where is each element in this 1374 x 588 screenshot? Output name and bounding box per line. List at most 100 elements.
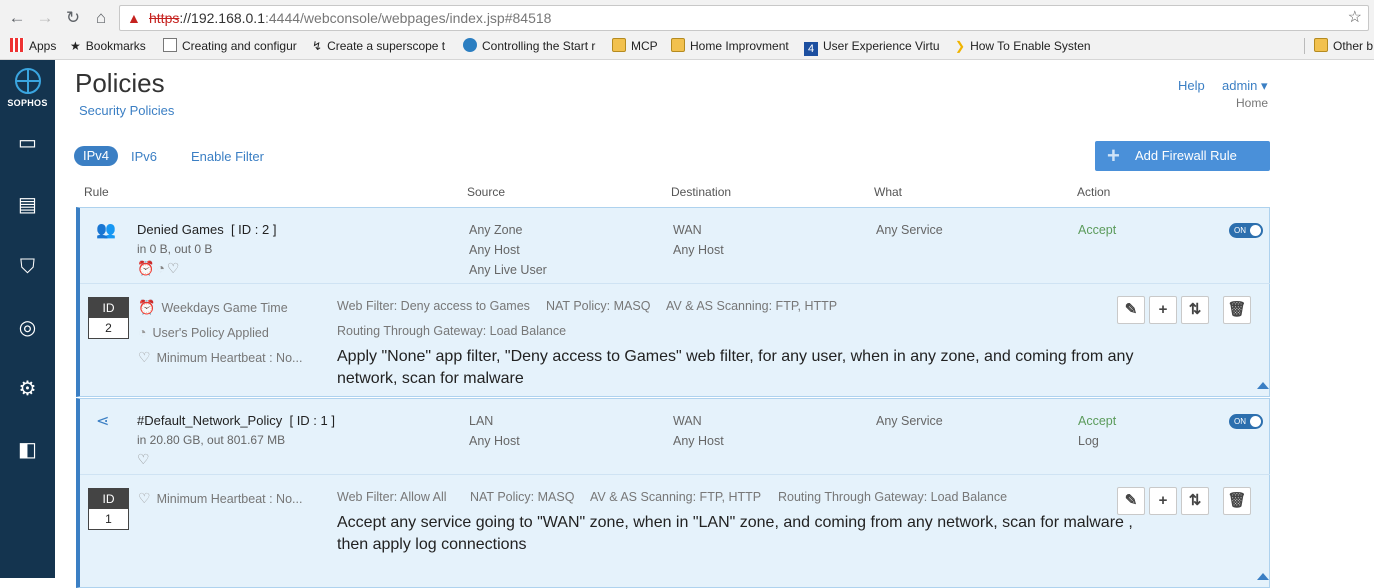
address-bar[interactable]: ▲ https://192.168.0.1:4444/webconsole/we… — [119, 5, 1369, 31]
bookmark-star-icon[interactable]: ☆ — [1348, 6, 1362, 30]
rule-destination: WAN Any Host — [673, 223, 724, 257]
home-icon[interactable]: ⌂ — [90, 7, 112, 29]
enable-filter-link[interactable]: Enable Filter — [191, 149, 264, 164]
bookmark-folder[interactable]: MCP — [612, 36, 658, 56]
rule-name[interactable]: Denied Games [ ID : 2 ] — [137, 222, 276, 237]
rule-name[interactable]: #Default_Network_Policy [ ID : 1 ] — [137, 413, 335, 428]
forward-icon[interactable]: → — [34, 7, 56, 29]
bookmark-item[interactable]: ↯ Create a superscope t — [312, 36, 450, 56]
collapse-caret-icon[interactable] — [1257, 573, 1269, 580]
wordpress-icon — [463, 38, 477, 52]
rule-nat-policy: NAT Policy: MASQ — [470, 490, 575, 504]
bookmark-item[interactable]: Creating and configur — [163, 36, 298, 56]
user-menu[interactable]: admin ▾ — [1222, 78, 1268, 94]
bookmark-folder[interactable]: Home Improvment — [671, 36, 789, 56]
rule-routing: Routing Through Gateway: Load Balance — [778, 490, 1008, 504]
edit-icon[interactable]: ✎ — [1117, 487, 1145, 515]
page-icon — [163, 38, 177, 52]
browser-chrome: ← → ↻ ⌂ ▲ https://192.168.0.1:4444/webco… — [0, 0, 1374, 60]
protect-icon[interactable]: ◎ — [0, 313, 55, 343]
rule-traffic: in 0 B, out 0 B — [137, 242, 213, 256]
rule-badges: ⏰◔♡ — [137, 260, 181, 277]
back-icon[interactable]: ← — [6, 7, 28, 29]
rule-web-filter: Web Filter: Deny access to Games — [337, 299, 530, 313]
box-icon[interactable]: ◧ — [0, 435, 55, 465]
tab-ipv4[interactable]: IPv4 — [74, 146, 118, 166]
bookmark-other-folder[interactable]: Other b — [1314, 36, 1374, 56]
rule-source: LAN Any Host — [469, 414, 520, 448]
clock-icon: ⏰ — [138, 299, 156, 315]
column-header-what: What — [874, 185, 903, 199]
page-title: Policies — [75, 68, 165, 98]
breadcrumb[interactable]: Security Policies — [79, 103, 174, 118]
tab-ipv6[interactable]: IPv6 — [131, 149, 157, 164]
rule-what: Any Service — [876, 414, 943, 428]
heart-icon: ♡ — [137, 451, 152, 467]
bookmark-bookmarks[interactable]: ★ Bookmarks — [70, 36, 146, 56]
heart-icon: ♡ — [138, 349, 151, 365]
gear-icon[interactable]: ⚙ — [0, 374, 55, 404]
rule-card[interactable]: 👥 Denied Games [ ID : 2 ] in 0 B, out 0 … — [76, 207, 1270, 397]
rule-card[interactable]: ⋖ #Default_Network_Policy [ ID : 1 ] in … — [76, 398, 1270, 588]
monitor-icon[interactable]: ▭ — [0, 128, 55, 158]
reload-icon[interactable]: ↻ — [62, 7, 84, 29]
arrow-icon: ❯ — [955, 39, 966, 53]
column-header-rule: Rule — [84, 185, 109, 199]
rule-id-box: ID 1 — [88, 488, 129, 530]
rule-summary: Accept any service going to "WAN" zone, … — [337, 514, 1133, 553]
delete-icon[interactable]: 🗑 — [1223, 487, 1251, 515]
move-icon[interactable]: ⇅ — [1181, 296, 1209, 324]
shield-icon[interactable]: ⛉ — [0, 252, 55, 282]
move-icon[interactable]: ⇅ — [1181, 487, 1209, 515]
security-warning-icon[interactable]: ▲ — [127, 6, 141, 30]
rule-schedule: ⏰ Weekdays Game Time — [138, 299, 288, 315]
collapse-caret-icon[interactable] — [1257, 382, 1269, 389]
bookmark-item[interactable]: ❯ How To Enable Systen — [955, 36, 1091, 56]
column-header-source: Source — [467, 185, 506, 199]
bookmark-apps[interactable]: Apps — [10, 36, 56, 56]
rule-action-log: Log — [1078, 434, 1099, 448]
url-text[interactable]: https://192.168.0.1:4444/webconsole/webp… — [149, 6, 551, 30]
rule-web-filter: Web Filter: Allow All — [337, 490, 447, 504]
plus-icon: + — [1107, 143, 1120, 168]
help-link[interactable]: Help — [1178, 78, 1205, 93]
delete-icon[interactable]: 🗑 — [1223, 296, 1251, 324]
gauge-icon: ◔ — [156, 260, 167, 276]
sophos-logo[interactable]: SOPHOS — [0, 68, 55, 108]
edit-icon[interactable]: ✎ — [1117, 296, 1145, 324]
folder-icon — [1314, 38, 1328, 52]
heart-icon: ♡ — [138, 490, 151, 506]
add-icon[interactable]: + — [1149, 487, 1177, 515]
rule-heartbeat: ♡ Minimum Heartbeat : No... — [138, 490, 303, 506]
rule-routing: Routing Through Gateway: Load Balance — [337, 324, 567, 338]
rule-heartbeat: ♡ Minimum Heartbeat : No... — [138, 349, 303, 365]
report-icon[interactable]: ▤ — [0, 190, 55, 220]
folder-icon — [612, 38, 626, 52]
gauge-icon: ◔ — [138, 324, 147, 340]
rule-action: Accept — [1078, 414, 1117, 428]
rule-action: Accept — [1078, 223, 1117, 237]
4-icon: 4 — [804, 42, 818, 56]
column-header-action: Action — [1077, 185, 1111, 199]
rule-source: Any Zone Any Host Any Live User — [469, 223, 547, 277]
rule-traffic: in 20.80 GB, out 801.67 MB — [137, 433, 286, 447]
sidebar: SOPHOS ▭ ▤ ⛉ ◎ ⚙ ◧ — [0, 60, 55, 578]
rule-av-scanning: AV & AS Scanning: FTP, HTTP — [590, 490, 762, 504]
main-content: Policies Security Policies Help admin ▾ … — [55, 60, 1374, 588]
add-firewall-rule-button[interactable]: + Add Firewall Rule — [1095, 141, 1270, 171]
home-link[interactable]: Home — [1236, 96, 1268, 110]
bookmark-icon: ↯ — [312, 39, 323, 53]
rule-divider — [80, 283, 1270, 284]
clock-icon: ⏰ — [137, 260, 157, 276]
star-icon: ★ — [70, 39, 81, 53]
rule-id-box: ID 2 — [88, 297, 129, 339]
bookmark-item[interactable]: Controlling the Start r — [463, 36, 599, 56]
add-icon[interactable]: + — [1149, 296, 1177, 324]
rule-toggle[interactable]: ON — [1229, 223, 1263, 238]
column-header-destination: Destination — [671, 185, 732, 199]
rule-av-scanning: AV & AS Scanning: FTP, HTTP — [666, 299, 838, 313]
rule-toggle[interactable]: ON — [1229, 414, 1263, 429]
heart-icon: ♡ — [166, 260, 182, 276]
bookmark-item[interactable]: 4 User Experience Virtu — [804, 36, 942, 56]
rule-badges: ♡ — [137, 451, 152, 468]
